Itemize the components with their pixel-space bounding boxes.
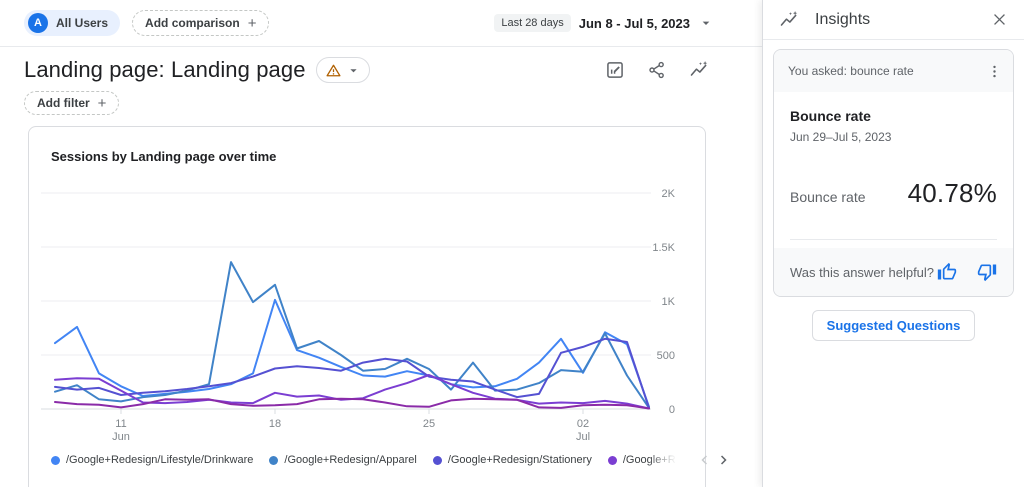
y-axis-tick-label: 500: [657, 350, 675, 362]
main-report-area: A All Users Add comparison + Last 28 day…: [0, 0, 762, 487]
date-range-selector[interactable]: Last 28 days Jun 8 - Jul 5, 2023: [494, 14, 714, 32]
legend-item: /Google+Redesign/Apparel: [269, 454, 416, 466]
legend-items: /Google+Redesign/Lifestyle/Drinkware/Goo…: [51, 454, 679, 466]
insight-metric-row: Bounce rate 40.78%: [790, 178, 997, 209]
insights-icon: [779, 10, 799, 30]
x-axis-tick-sublabel: Jun: [112, 431, 130, 443]
x-axis-tick-label: 18: [269, 418, 281, 430]
close-insights-button[interactable]: [988, 9, 1010, 31]
legend-label: /Google+Redesign/Lifestyle/Drinkware: [66, 454, 253, 466]
insight-answer-card: You asked: bounce rate Bounce rate Jun 2…: [773, 49, 1014, 297]
insight-card-body: Bounce rate Jun 29–Jul 5, 2023 Bounce ra…: [774, 92, 1013, 240]
insights-panel-header: Insights: [763, 0, 1024, 40]
insight-date-range: Jun 29–Jul 5, 2023: [790, 130, 997, 144]
insight-question-text: You asked: bounce rate: [788, 64, 914, 78]
legend-label: /Google+Redesign/Apparel: [284, 454, 416, 466]
legend-pager: [695, 451, 733, 469]
add-comparison-button[interactable]: Add comparison +: [132, 10, 269, 36]
filter-row: Add filter +: [0, 91, 762, 115]
legend-prev-icon[interactable]: [695, 451, 713, 469]
insight-feedback-bar: Was this answer helpful?: [774, 248, 1013, 296]
legend-next-icon[interactable]: [715, 451, 733, 469]
add-comparison-label: Add comparison: [145, 16, 240, 30]
page-title: Landing page: Landing page: [24, 57, 306, 83]
thumbs-up-icon[interactable]: [937, 262, 957, 282]
report-toolbar: [604, 59, 710, 81]
feedback-buttons: [937, 262, 997, 282]
card-divider: [790, 239, 997, 240]
insights-panel-title: Insights: [815, 11, 870, 29]
date-range-value: Jun 8 - Jul 5, 2023: [579, 16, 690, 31]
chart-line-series: [55, 399, 649, 409]
y-axis-tick-label: 1.5K: [652, 242, 675, 254]
customize-report-icon: [605, 60, 625, 80]
add-filter-button[interactable]: Add filter +: [24, 91, 119, 115]
insights-panel: Insights You asked: bounce rate: [762, 0, 1024, 487]
sessions-chart-card: Sessions by Landing page over time 05001…: [28, 126, 706, 487]
metric-value: 40.78%: [908, 178, 997, 209]
share-icon: [647, 60, 667, 80]
share-report-button[interactable]: [646, 59, 668, 81]
metric-label: Bounce rate: [790, 189, 866, 205]
sessions-line-chart[interactable]: 0 500 1K 1.5K 2K 11Jun 18 25 02Jul: [29, 127, 705, 447]
thumbs-down-icon[interactable]: [977, 262, 997, 282]
legend-item: /Google+Redesign/Stationery: [433, 454, 592, 466]
legend-label: /Google+Redesign/Stationery: [448, 454, 592, 466]
legend-dot-icon: [433, 456, 442, 465]
insight-question-bar: You asked: bounce rate: [774, 50, 1013, 92]
chart-legend: /Google+Redesign/Lifestyle/Drinkware/Goo…: [51, 451, 697, 469]
chevron-down-icon: [346, 63, 361, 78]
y-axis-tick-label: 2K: [662, 188, 676, 200]
y-axis-tick-label: 0: [669, 404, 675, 416]
all-users-avatar: A: [28, 13, 48, 33]
feedback-prompt: Was this answer helpful?: [790, 265, 934, 280]
x-axis-tick-label: 11: [115, 418, 126, 430]
legend-dot-icon: [608, 456, 617, 465]
legend-dot-icon: [51, 456, 60, 465]
insight-heading: Bounce rate: [790, 108, 997, 124]
customize-report-button[interactable]: [604, 59, 626, 81]
plus-icon: +: [98, 96, 107, 111]
all-users-label: All Users: [56, 16, 108, 30]
plus-icon: +: [248, 16, 257, 31]
warning-triangle-icon: [325, 62, 342, 79]
insights-icon: [689, 60, 709, 80]
close-icon: [991, 11, 1008, 28]
legend-item: /Google+Redesign/Lifestyle/Drinkware: [51, 454, 253, 466]
legend-dot-icon: [269, 456, 278, 465]
segment-topbar: A All Users Add comparison + Last 28 day…: [0, 0, 762, 47]
x-axis-tick-label: 25: [423, 418, 435, 430]
date-range-badge: Last 28 days: [494, 14, 570, 32]
kebab-menu-icon: [986, 63, 1003, 80]
y-axis-tick-label: 1K: [662, 296, 676, 308]
data-quality-warning-button[interactable]: [316, 57, 370, 83]
chevron-down-icon: [698, 15, 714, 31]
insights-button[interactable]: [688, 59, 710, 81]
suggested-questions-button[interactable]: Suggested Questions: [812, 310, 976, 341]
report-title-row: Landing page: Landing page: [0, 57, 762, 83]
chart-line-series: [55, 262, 649, 408]
insight-options-button[interactable]: [983, 60, 1005, 82]
add-filter-label: Add filter: [37, 96, 90, 110]
x-axis-tick-sublabel: Jul: [576, 431, 590, 443]
all-users-chip[interactable]: A All Users: [24, 10, 120, 36]
legend-item: /Google+Redesign: [608, 454, 679, 466]
x-axis-tick-label: 02: [577, 418, 589, 430]
legend-label: /Google+Redesign: [623, 454, 679, 466]
ga4-report-page: A All Users Add comparison + Last 28 day…: [0, 0, 1024, 487]
